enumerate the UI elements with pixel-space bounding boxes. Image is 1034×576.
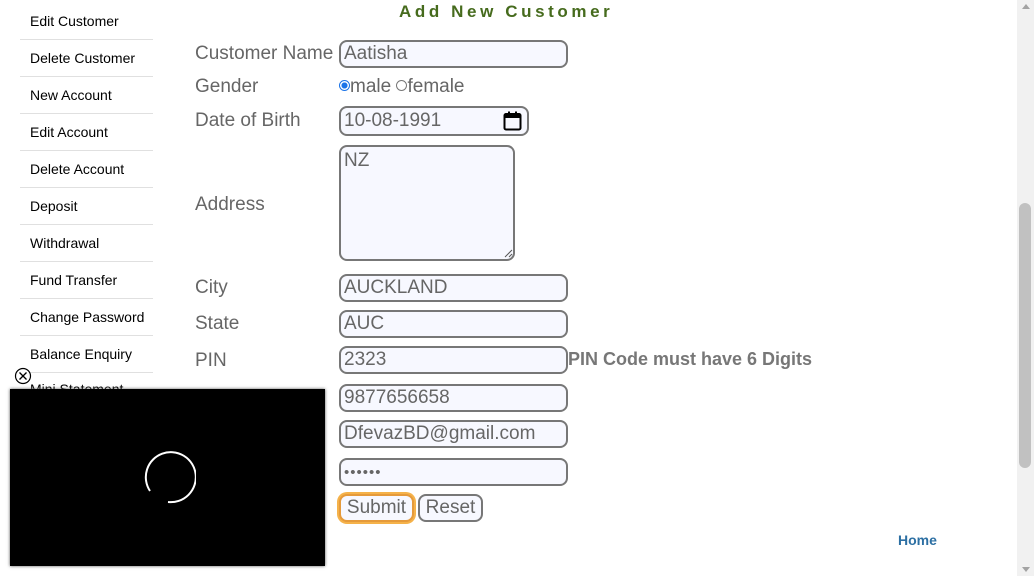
sidebar-item-delete-account[interactable]: Delete Account <box>20 151 153 188</box>
sidebar-item-withdrawal[interactable]: Withdrawal <box>20 225 153 262</box>
resize-grip-icon[interactable] <box>503 248 513 258</box>
sidebar-item-change-password[interactable]: Change Password <box>20 299 153 336</box>
scroll-thumb[interactable] <box>1019 203 1031 468</box>
video-ad-player[interactable] <box>10 389 325 566</box>
sidebar-item-delete-customer[interactable]: Delete Customer <box>20 40 153 77</box>
scroll-down-arrow-icon[interactable] <box>1022 567 1030 572</box>
dob-input[interactable]: 10-08-1991 <box>339 106 529 136</box>
sidebar-item-fund-transfer[interactable]: Fund Transfer <box>20 262 153 299</box>
dob-label: Date of Birth <box>195 110 301 131</box>
gender-radio-group: male female <box>339 76 465 98</box>
gender-label: Gender <box>195 76 259 97</box>
sidebar-item-balance-enquiry[interactable]: Balance Enquiry <box>20 336 153 373</box>
loading-spinner-icon <box>144 451 196 504</box>
pin-error-message: PIN Code must have 6 Digits <box>568 349 813 369</box>
form-title: Add New Customer <box>399 2 614 21</box>
sidebar-item-edit-customer[interactable]: Edit Customer <box>20 0 153 40</box>
pin-label: PIN <box>195 350 227 371</box>
city-input[interactable] <box>339 274 568 302</box>
close-video-icon[interactable] <box>14 367 32 385</box>
sidebar-menu: Edit Customer Delete Customer New Accoun… <box>20 0 153 393</box>
home-link[interactable]: Home <box>898 532 937 548</box>
city-label: City <box>195 277 228 298</box>
email-input[interactable] <box>339 420 568 448</box>
reset-button[interactable]: Reset <box>418 494 483 522</box>
sidebar-item-new-account[interactable]: New Account <box>20 77 153 114</box>
page-scrollbar[interactable] <box>1017 0 1034 576</box>
gender-female-label[interactable]: female <box>407 76 464 97</box>
customer-name-label: Customer Name <box>195 43 334 64</box>
password-input[interactable] <box>339 458 568 486</box>
sidebar-item-deposit[interactable]: Deposit <box>20 188 153 225</box>
address-label: Address <box>195 194 265 215</box>
address-input[interactable]: NZ <box>339 145 515 261</box>
gender-male-label[interactable]: male <box>350 76 391 97</box>
scroll-up-arrow-icon[interactable] <box>1022 4 1030 9</box>
calendar-icon[interactable] <box>503 111 522 131</box>
sidebar-item-edit-account[interactable]: Edit Account <box>20 114 153 151</box>
customer-name-input[interactable] <box>339 40 568 68</box>
gender-male-radio[interactable] <box>339 80 350 91</box>
state-label: State <box>195 313 240 334</box>
dob-value: 10-08-1991 <box>344 110 442 131</box>
state-input[interactable] <box>339 310 568 338</box>
gender-female-radio[interactable] <box>396 80 408 91</box>
mobile-input[interactable] <box>339 384 568 412</box>
submit-button[interactable]: Submit <box>339 494 414 522</box>
pin-input[interactable] <box>339 346 568 374</box>
